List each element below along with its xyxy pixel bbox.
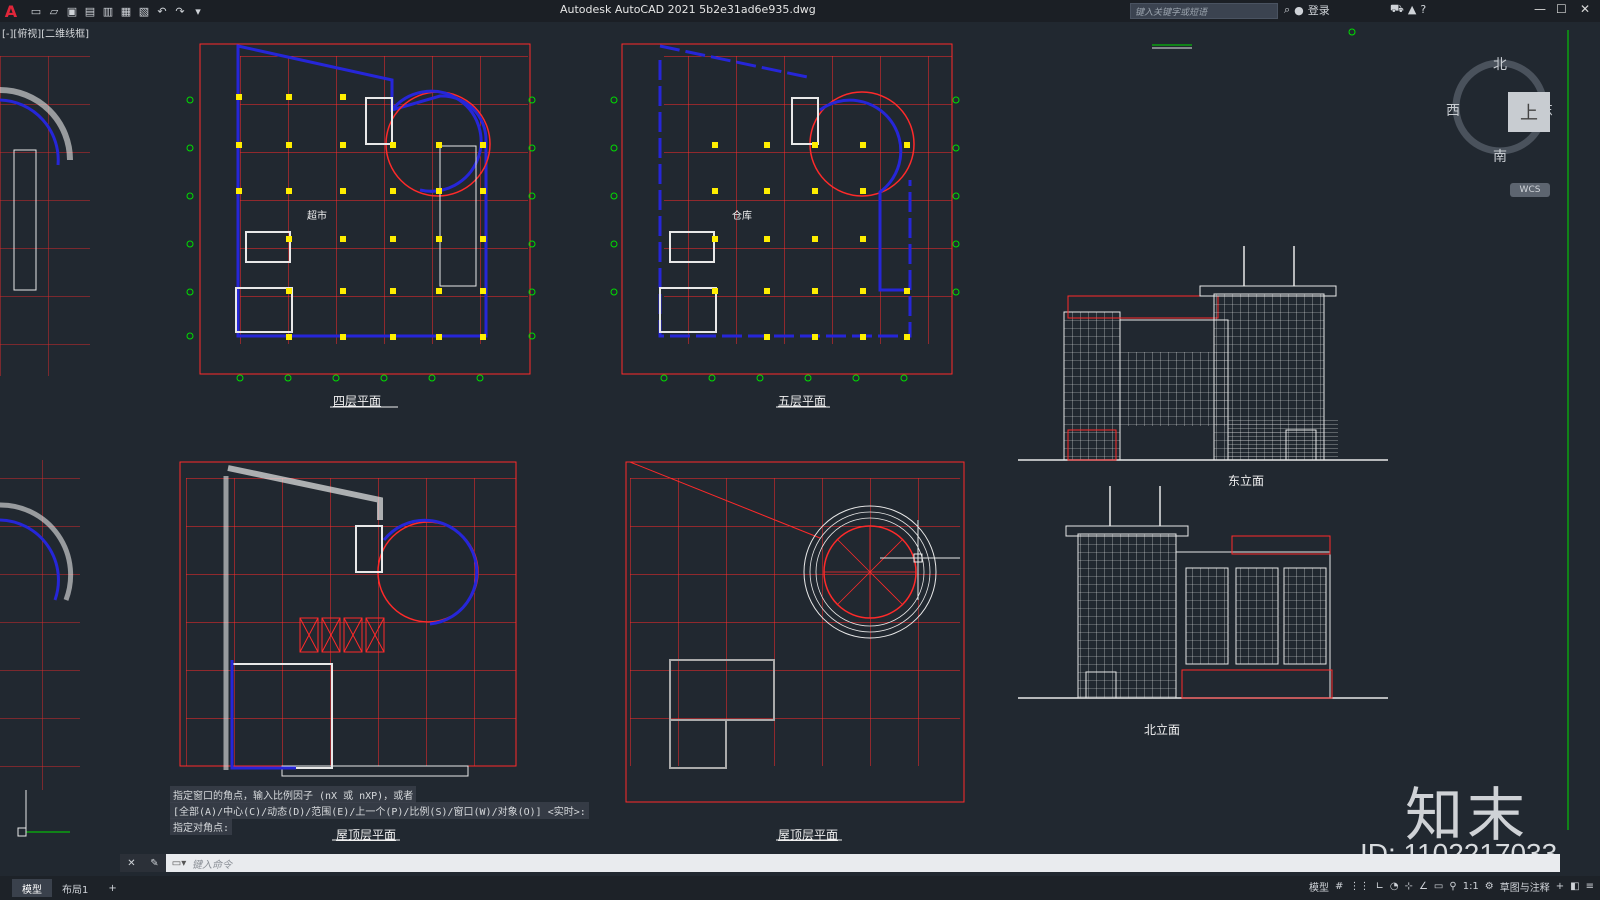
viewcube-south[interactable]: 南 bbox=[1493, 146, 1507, 166]
osnap-icon[interactable]: ⊹ bbox=[1405, 881, 1413, 892]
close-icon[interactable]: ✕ bbox=[1580, 2, 1590, 16]
cart-icon[interactable]: ⛟ bbox=[1390, 2, 1404, 17]
north-elevation-title: 北立面 bbox=[1144, 723, 1181, 737]
roof-plan-2-title: 屋顶层平面 bbox=[778, 828, 839, 842]
redo-icon[interactable]: ↷ bbox=[172, 3, 188, 19]
workspace-switch[interactable]: 草图与注释 bbox=[1500, 879, 1550, 894]
new-file-icon[interactable]: ▭ bbox=[28, 3, 44, 19]
maximize-icon[interactable]: ☐ bbox=[1556, 2, 1567, 16]
qat-dropdown-icon[interactable]: ▾ bbox=[190, 3, 206, 19]
roof-plan-1 bbox=[179, 461, 517, 841]
isolate-icon[interactable]: ◧ bbox=[1570, 881, 1579, 892]
plot-icon[interactable]: ▧ bbox=[136, 3, 152, 19]
search-input[interactable]: 键入关键字或短语 bbox=[1130, 3, 1278, 19]
floor5-plan bbox=[610, 43, 960, 408]
east-elevation-title: 东立面 bbox=[1228, 474, 1265, 488]
login-link[interactable]: 登录 bbox=[1308, 2, 1330, 18]
floor4-plan-title: 四层平面 bbox=[333, 394, 382, 408]
annotation-scale[interactable]: 1:1 bbox=[1463, 881, 1479, 892]
search-icon[interactable]: ⌕ bbox=[1284, 3, 1290, 17]
grid-icon[interactable]: # bbox=[1335, 881, 1343, 892]
save-as-icon[interactable]: ▤ bbox=[82, 3, 98, 19]
east-elevation bbox=[1018, 246, 1388, 461]
polar-icon[interactable]: ◔ bbox=[1390, 881, 1399, 892]
a360-icon[interactable]: ▲ bbox=[1408, 3, 1416, 16]
title-right-tools-2: ⛟ ▲ ? bbox=[1390, 2, 1426, 17]
viewport-controls-label[interactable]: [-][俯视][二维线框] bbox=[2, 25, 89, 40]
wcs-menu[interactable]: WCS bbox=[1510, 183, 1550, 197]
model-space-toggle[interactable]: 模型 bbox=[1309, 879, 1329, 894]
close-icon[interactable]: ✕ bbox=[127, 858, 135, 869]
command-line: ✕ ✎ ▭▾ 键入命令 bbox=[120, 854, 1560, 872]
open-web-icon[interactable]: ▥ bbox=[100, 3, 116, 19]
north-elevation bbox=[1018, 486, 1388, 699]
plus-icon[interactable]: + bbox=[1556, 881, 1564, 892]
title-bar: A ▭ ▱ ▣ ▤ ▥ ▦ ▧ ↶ ↷ ▾ Autodesk AutoCAD 2… bbox=[0, 0, 1600, 22]
ortho-icon[interactable]: ∟ bbox=[1375, 881, 1383, 892]
room-label-warehouse: 仓库 bbox=[732, 211, 752, 222]
ucs-icon bbox=[17, 790, 70, 837]
otrack-icon[interactable]: ∠ bbox=[1419, 881, 1428, 892]
command-line-tools: ✕ ✎ bbox=[120, 854, 166, 872]
cad-drawing bbox=[0, 28, 1569, 841]
selection-cycling-icon[interactable]: ▭ bbox=[1434, 881, 1443, 892]
save-web-icon[interactable]: ▦ bbox=[118, 3, 134, 19]
drawing-canvas[interactable]: 四层平面 五层平面 屋顶层平面 屋顶层平面 超市 仓库 东立面 北立面 bbox=[0, 22, 1600, 857]
viewcube-top-face[interactable]: 上 bbox=[1508, 92, 1550, 132]
status-tools: 模型 # ⋮⋮ ∟ ◔ ⊹ ∠ ▭ ⚲ 1:1 ⚙ 草图与注释 + ◧ ≡ bbox=[1309, 879, 1594, 894]
autocad-logo-icon[interactable]: A bbox=[0, 0, 22, 22]
undo-icon[interactable]: ↶ bbox=[154, 3, 170, 19]
user-icon[interactable]: ● bbox=[1294, 4, 1304, 17]
command-prompt-icon[interactable]: ▭▾ bbox=[166, 858, 192, 869]
viewcube-west[interactable]: 西 bbox=[1446, 100, 1460, 120]
open-folder-icon[interactable]: ▱ bbox=[46, 3, 62, 19]
wrench-icon[interactable]: ✎ bbox=[150, 858, 158, 869]
command-history-line: 指定窗口的角点，输入比例因子 (nX 或 nXP)，或者 bbox=[170, 786, 417, 803]
roof-plan-2 bbox=[625, 461, 965, 841]
floor4-plan bbox=[186, 43, 536, 408]
tab-model[interactable]: 模型 bbox=[12, 879, 52, 897]
window-title: Autodesk AutoCAD 2021 5b2e31ad6e935.dwg bbox=[560, 3, 816, 16]
minimize-icon[interactable]: — bbox=[1534, 2, 1546, 16]
command-history-line: [全部(A)/中心(C)/动态(D)/范围(E)/上一个(P)/比例(S)/窗口… bbox=[170, 802, 589, 819]
save-icon[interactable]: ▣ bbox=[64, 3, 80, 19]
snap-icon[interactable]: ⋮⋮ bbox=[1349, 881, 1369, 892]
quick-access-toolbar: ▭ ▱ ▣ ▤ ▥ ▦ ▧ ↶ ↷ ▾ bbox=[28, 3, 206, 19]
command-history-line: 指定对角点: bbox=[170, 818, 233, 835]
floor5-plan-title: 五层平面 bbox=[778, 394, 827, 408]
add-layout-button[interactable]: + bbox=[98, 879, 126, 897]
command-input[interactable]: 键入命令 bbox=[192, 856, 232, 871]
title-right-tools: ⌕ ● 登录 bbox=[1284, 2, 1330, 18]
viewcube-north[interactable]: 北 bbox=[1493, 54, 1507, 74]
gear-icon[interactable]: ⚙ bbox=[1485, 881, 1494, 892]
tab-layout1[interactable]: 布局1 bbox=[52, 879, 98, 897]
left-partial-plan bbox=[0, 56, 90, 790]
status-bar: 模型 布局1 + 模型 # ⋮⋮ ∟ ◔ ⊹ ∠ ▭ ⚲ 1:1 ⚙ 草图与注释… bbox=[0, 876, 1600, 900]
help-icon[interactable]: ? bbox=[1420, 3, 1426, 16]
customize-menu-icon[interactable]: ≡ bbox=[1586, 881, 1594, 892]
annotation-visibility-icon[interactable]: ⚲ bbox=[1449, 881, 1456, 892]
roof-plan-1-title: 屋顶层平面 bbox=[336, 828, 397, 842]
room-label-supermarket: 超市 bbox=[307, 211, 327, 222]
